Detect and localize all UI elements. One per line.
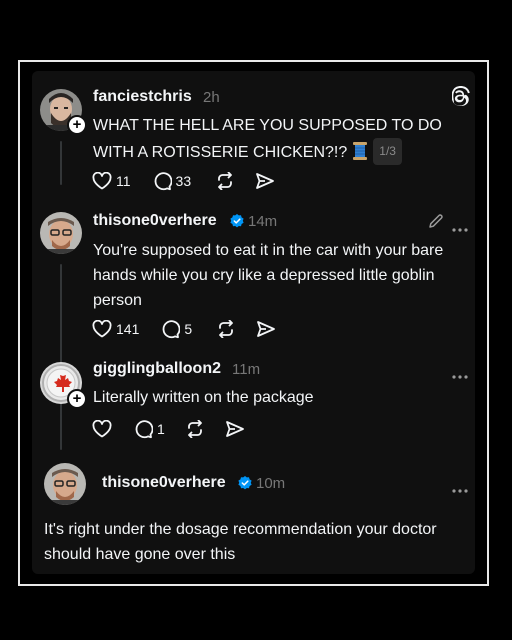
like-count: 11 — [116, 173, 131, 189]
share-button[interactable] — [255, 172, 275, 190]
follow-plus-icon[interactable]: + — [67, 115, 87, 135]
avatar[interactable] — [44, 463, 86, 505]
thread-card: + fanciestchris 2h WHAT THE HELL ARE YOU… — [32, 71, 475, 574]
reply-bubble-icon — [154, 171, 172, 190]
post-username[interactable]: fanciestchris — [93, 88, 192, 106]
thread-pager-badge: 1/3 — [373, 138, 402, 165]
heart-icon — [92, 172, 112, 190]
reply-bubble-icon — [135, 419, 153, 438]
reply-button[interactable]: 5 — [161, 319, 193, 339]
like-count: 141 — [116, 321, 140, 337]
repost-icon — [187, 420, 202, 438]
screenshot-frame: + fanciestchris 2h WHAT THE HELL ARE YOU… — [18, 60, 489, 586]
share-send-icon — [225, 421, 244, 437]
repost-button[interactable] — [185, 420, 205, 438]
verified-badge-icon — [230, 214, 244, 228]
repost-button[interactable] — [215, 172, 235, 190]
post-username[interactable]: thisone0verhere — [93, 212, 217, 230]
post-username[interactable]: thisone0verhere — [102, 474, 226, 492]
post-text: WHAT THE HELL ARE YOU SUPPOSED TO DO WIT… — [93, 113, 463, 165]
post-actions: 141 5 — [92, 318, 276, 340]
like-button[interactable]: 11 — [92, 172, 131, 190]
share-button[interactable] — [256, 320, 276, 338]
like-button[interactable]: 141 — [92, 320, 139, 338]
post-text-line1: WHAT THE HELL ARE YOU SUPPOSED TO DO — [93, 117, 442, 134]
share-send-icon — [256, 173, 275, 189]
post-text: Literally written on the package — [93, 389, 314, 406]
follow-plus-icon[interactable]: + — [67, 389, 87, 409]
reply-count: 33 — [175, 173, 192, 189]
heart-icon — [92, 320, 112, 338]
repost-icon — [218, 172, 233, 190]
pencil-icon[interactable] — [428, 213, 444, 234]
post-timestamp: 11m — [232, 361, 261, 378]
spool-emoji — [353, 142, 368, 161]
reply-count: 5 — [184, 321, 193, 337]
reply-button[interactable]: 1 — [134, 419, 165, 439]
post-text: You're supposed to eat it in the car wit… — [93, 242, 444, 309]
avatar[interactable] — [40, 212, 82, 254]
post-timestamp: 14m — [248, 213, 278, 230]
heart-icon — [92, 420, 112, 438]
more-dots-icon[interactable] — [452, 480, 468, 498]
post-text: It's right under the dosage recommendati… — [44, 521, 437, 563]
post-text-line2: WITH A ROTISSERIE CHICKEN?!? — [93, 144, 348, 161]
post-timestamp: 10m — [256, 475, 286, 492]
post-actions: 11 33 — [92, 170, 275, 192]
like-button[interactable] — [92, 420, 112, 438]
post-username[interactable]: gigglingballoon2 — [93, 360, 221, 378]
thread-connector-line — [60, 414, 62, 450]
threads-logo-icon[interactable] — [451, 86, 470, 111]
reply-bubble-icon — [162, 319, 181, 338]
repost-button[interactable] — [216, 320, 236, 338]
verified-badge-icon — [238, 476, 252, 490]
reply-button[interactable]: 33 — [153, 171, 192, 191]
post-actions: 1 — [92, 418, 245, 440]
share-button[interactable] — [225, 420, 245, 438]
share-send-icon — [257, 321, 276, 337]
post-timestamp: 2h — [203, 89, 220, 106]
reply-count: 1 — [157, 421, 165, 437]
thread-connector-line — [60, 141, 62, 185]
more-dots-icon[interactable] — [452, 219, 468, 237]
more-dots-icon[interactable] — [452, 366, 468, 384]
repost-icon — [219, 320, 234, 338]
